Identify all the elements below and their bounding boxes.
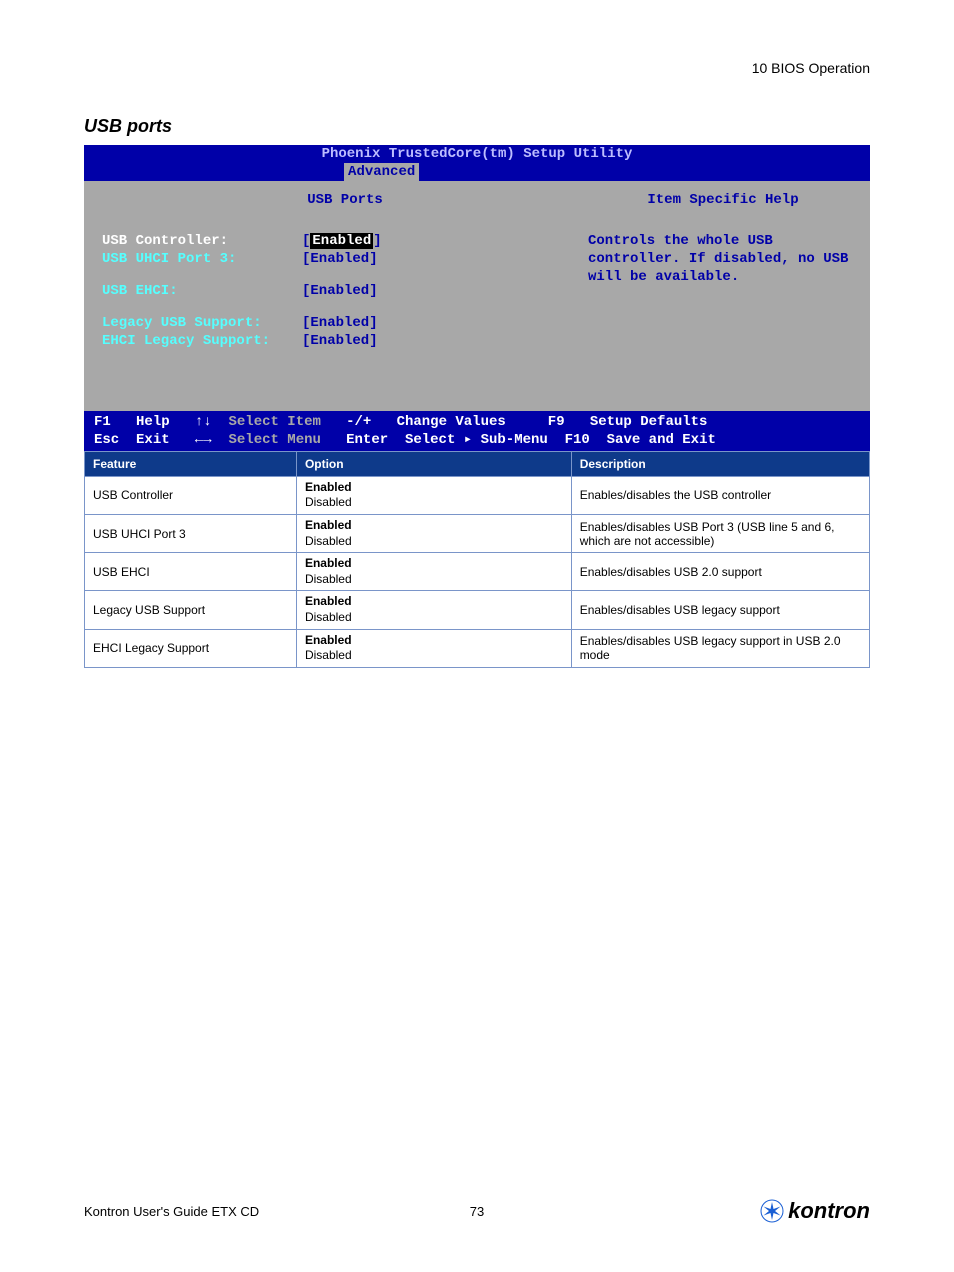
cell-option: EnabledDisabled [296,553,571,591]
bios-subtitle: USB Ports [102,191,588,209]
cell-desc: Enables/disables the USB controller [571,476,869,514]
feature-table: Feature Option Description USB Controlle… [84,451,870,668]
cell-desc: Enables/disables USB legacy support [571,591,869,629]
th-option: Option [296,451,571,476]
table-row: USB UHCI Port 3 EnabledDisabled Enables/… [85,515,870,553]
bios-value: [Enabled] [302,282,378,300]
cell-feature: USB EHCI [85,553,297,591]
bios-menu-bar: Advanced [84,163,870,181]
cell-feature: Legacy USB Support [85,591,297,629]
bios-label: USB UHCI Port 3: [102,250,302,268]
bios-label: USB EHCI: [102,282,302,300]
table-header-row: Feature Option Description [85,451,870,476]
bios-label: USB Controller: [102,232,302,250]
bios-title: Phoenix TrustedCore(tm) Setup Utility [84,145,870,163]
bios-help-title: Item Specific Help [588,191,858,209]
table-row: USB Controller EnabledDisabled Enables/d… [85,476,870,514]
table-row: EHCI Legacy Support EnabledDisabled Enab… [85,629,870,667]
cell-feature: USB Controller [85,476,297,514]
bios-label: EHCI Legacy Support: [102,332,302,350]
table-row: USB EHCI EnabledDisabled Enables/disable… [85,553,870,591]
th-feature: Feature [85,451,297,476]
cell-feature: USB UHCI Port 3 [85,515,297,553]
cell-option: EnabledDisabled [296,591,571,629]
kontron-logo: kontron [760,1198,870,1224]
bios-value: [Enabled] [302,250,378,268]
bios-menu-advanced[interactable]: Advanced [344,163,419,181]
bios-row-ehci-legacy[interactable]: EHCI Legacy Support: [Enabled] [102,332,588,350]
bios-screenshot: Phoenix TrustedCore(tm) Setup Utility Ad… [84,145,870,451]
table-row: Legacy USB Support EnabledDisabled Enabl… [85,591,870,629]
footer-left: Kontron User's Guide ETX CD [84,1204,259,1219]
cell-feature: EHCI Legacy Support [85,629,297,667]
th-desc: Description [571,451,869,476]
bios-value: [Enabled] [302,314,378,332]
page-number: 73 [470,1204,484,1219]
bios-row-ehci[interactable]: USB EHCI: [Enabled] [102,282,588,300]
kontron-logo-text: kontron [788,1198,870,1224]
bios-value: [Enabled] [302,232,382,250]
cell-option: EnabledDisabled [296,476,571,514]
kontron-logo-icon [760,1199,784,1223]
bios-row-usb-controller[interactable]: USB Controller: [Enabled] [102,232,588,250]
cell-desc: Enables/disables USB Port 3 (USB line 5 … [571,515,869,553]
bios-row-uhci-port3[interactable]: USB UHCI Port 3: [Enabled] [102,250,588,268]
bios-value: [Enabled] [302,332,378,350]
cell-option: EnabledDisabled [296,629,571,667]
bios-label: Legacy USB Support: [102,314,302,332]
bios-footer: F1 Help ↑↓ Select Item -/+ Change Values… [84,411,870,451]
cell-desc: Enables/disables USB 2.0 support [571,553,869,591]
chapter-heading: 10 BIOS Operation [84,60,870,76]
bios-help-body: Controls the whole USB controller. If di… [588,232,858,287]
cell-desc: Enables/disables USB legacy support in U… [571,629,869,667]
section-title: USB ports [84,116,870,137]
cell-option: EnabledDisabled [296,515,571,553]
bios-row-legacy-usb[interactable]: Legacy USB Support: [Enabled] [102,314,588,332]
